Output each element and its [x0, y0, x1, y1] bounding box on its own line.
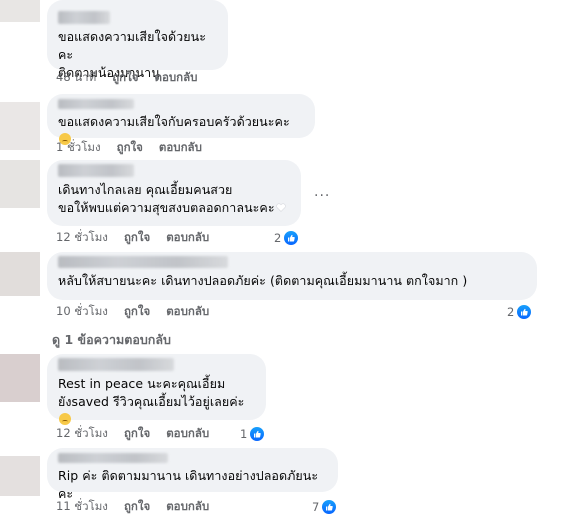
reaction-number: 1	[240, 427, 248, 441]
comment-meta: 12 ชั่วโมง ถูกใจ ตอบกลับ	[56, 426, 209, 442]
avatar[interactable]	[0, 252, 40, 296]
comment-meta: 1 ชั่วโมง ถูกใจ ตอบกลับ	[56, 140, 202, 156]
avatar[interactable]	[0, 354, 40, 402]
reaction-count[interactable]: 7	[312, 499, 338, 515]
timestamp[interactable]: 10 ชั่วโมง	[56, 303, 108, 321]
like-button[interactable]: ถูกใจ	[124, 425, 150, 443]
avatar[interactable]	[0, 102, 40, 150]
reply-button[interactable]: ตอบกลับ	[166, 425, 209, 443]
reaction-number: 7	[312, 500, 320, 514]
reply-button[interactable]: ตอบกลับ	[159, 139, 202, 157]
more-options-icon[interactable]: ...	[314, 184, 330, 200]
reply-button[interactable]: ตอบกลับ	[166, 303, 209, 321]
like-button[interactable]: ถูกใจ	[117, 139, 143, 157]
avatar[interactable]	[0, 160, 40, 208]
comment-meta: 12 ชั่วโมง ถูกใจ ตอบกลับ	[56, 230, 209, 246]
comment-bubble: Rip ค่ะ ติดตามมานาน เดินทางอย่างปลอดภัยน…	[47, 448, 338, 501]
reaction-number: 2	[274, 231, 282, 245]
author-name-blurred[interactable]	[58, 256, 228, 268]
comment-text: หลับให้สบายนะคะ เดินทางปลอดภัยค่ะ (ติดตา…	[58, 273, 468, 288]
comment-text: Rest in peace นะคะคุณเอี้ยม ยังsaved รีว…	[58, 375, 255, 429]
comment-bubble: ขอแสดงความเสียใจกับครอบครัวด้วยนะคะ	[47, 94, 315, 145]
reply-button[interactable]: ตอบกลับ	[166, 498, 209, 516]
white-heart-icon	[275, 203, 286, 212]
comment-bubble: Rest in peace นะคะคุณเอี้ยม ยังsaved รีว…	[47, 354, 266, 425]
comment-bubble: ขอแสดงความเสียใจด้วยนะคะ ติดตามน้องมานาน	[47, 0, 228, 80]
reaction-count[interactable]: 1	[240, 426, 266, 442]
timestamp[interactable]: 12 ชั่วโมง	[56, 425, 108, 443]
like-button[interactable]: ถูกใจ	[124, 229, 150, 247]
reply-button[interactable]: ตอบกลับ	[166, 229, 209, 247]
author-name-blurred[interactable]	[58, 358, 174, 371]
timestamp[interactable]: 48 นาที	[56, 69, 96, 87]
like-button[interactable]: ถูกใจ	[112, 69, 138, 87]
comment-meta: 48 นาที ถูกใจ ตอบกลับ	[56, 70, 197, 86]
comment-meta: 10 ชั่วโมง ถูกใจ ตอบกลับ	[56, 304, 209, 320]
like-button[interactable]: ถูกใจ	[124, 303, 150, 321]
reaction-count[interactable]: 2	[274, 230, 300, 246]
like-reaction-icon	[283, 230, 300, 246]
view-replies-link[interactable]: ดู 1 ข้อความตอบกลับ	[52, 330, 171, 350]
like-reaction-icon	[321, 499, 338, 515]
comment-bubble: หลับให้สบายนะคะ เดินทางปลอดภัยค่ะ (ติดตา…	[47, 252, 537, 300]
author-name-blurred[interactable]	[58, 99, 134, 109]
timestamp[interactable]: 12 ชั่วโมง	[56, 229, 108, 247]
avatar[interactable]	[0, 0, 40, 22]
crying-emoji-icon	[59, 413, 71, 425]
timestamp[interactable]: 1 ชั่วโมง	[56, 139, 101, 157]
like-reaction-icon	[249, 426, 266, 442]
comment-text: เดินทางไกลเลย คุณเอี้ยมคนสวย ขอให้พบแต่ค…	[58, 181, 290, 217]
author-name-blurred[interactable]	[58, 164, 134, 177]
author-name-blurred[interactable]	[58, 11, 110, 24]
author-name-blurred[interactable]	[58, 453, 168, 463]
like-button[interactable]: ถูกใจ	[124, 498, 150, 516]
avatar[interactable]	[0, 456, 40, 496]
comment-bubble: เดินทางไกลเลย คุณเอี้ยมคนสวย ขอให้พบแต่ค…	[47, 160, 301, 226]
like-reaction-icon	[516, 304, 533, 320]
reaction-count[interactable]: 2	[507, 304, 533, 320]
timestamp[interactable]: 11 ชั่วโมง	[56, 498, 108, 516]
reaction-number: 2	[507, 305, 515, 319]
comment-meta: 11 ชั่วโมง ถูกใจ ตอบกลับ	[56, 499, 209, 515]
reply-button[interactable]: ตอบกลับ	[154, 69, 197, 87]
